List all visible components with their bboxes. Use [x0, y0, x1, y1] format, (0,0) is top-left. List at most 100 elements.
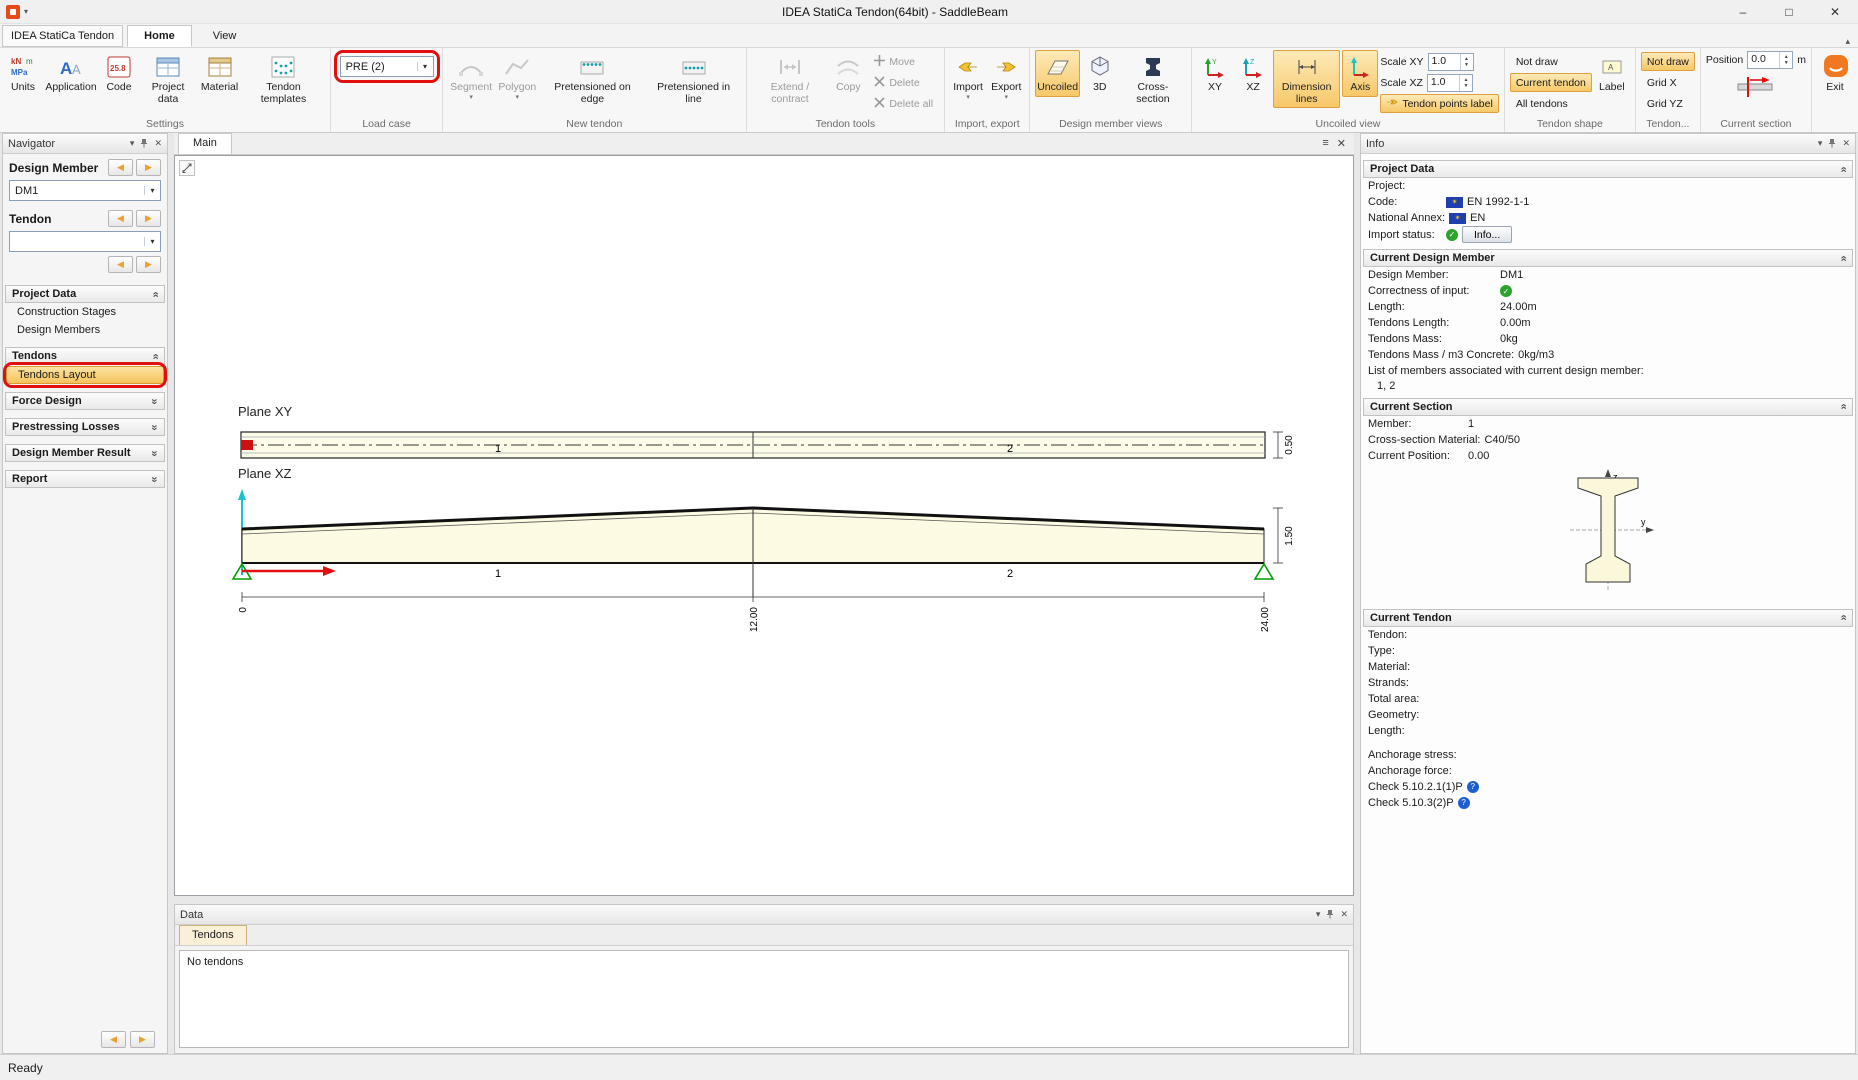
axis-toggle[interactable]: Axis: [1342, 50, 1378, 97]
tendon-next-button[interactable]: ▶: [136, 210, 161, 227]
units-button[interactable]: kNmMPa Units: [5, 50, 41, 97]
close-icon[interactable]: ✕: [1340, 909, 1348, 920]
position-spinner[interactable]: 0.0 ▲▼: [1747, 51, 1793, 69]
combo-caret-icon[interactable]: ▾: [144, 237, 160, 246]
cross-section-icon: [1139, 53, 1167, 81]
tree-header-force-design[interactable]: Force Design«: [5, 392, 165, 410]
navigator-bottom-prev-button[interactable]: ◀: [101, 1031, 126, 1048]
help-icon[interactable]: ?: [1467, 781, 1479, 793]
navigator-step-forward-button[interactable]: ▶: [136, 256, 161, 273]
pretensioned-on-edge-button[interactable]: Pretensioned on edge: [540, 50, 644, 108]
combo-caret-icon[interactable]: ▾: [417, 62, 433, 71]
extend-contract-button[interactable]: Extend / contract: [752, 50, 829, 108]
pin-icon[interactable]: [1325, 909, 1335, 921]
info-header-current-tendon[interactable]: Current Tendon«: [1363, 609, 1853, 627]
tree-header-tendons[interactable]: Tendons«: [5, 347, 165, 365]
window-list-icon[interactable]: ≡: [1322, 137, 1328, 150]
span-1-label-plan: 1: [495, 443, 501, 455]
tree-item-tendons-layout[interactable]: Tendons Layout: [6, 366, 164, 384]
pretensioned-in-line-button[interactable]: Pretensioned in line: [647, 50, 741, 108]
panel-menu-icon[interactable]: ▾: [1818, 138, 1823, 149]
uncoiled-view-button[interactable]: Uncoiled: [1035, 50, 1079, 97]
tendon-shape-all-tendons-toggle[interactable]: All tendons: [1510, 94, 1592, 113]
tab-main[interactable]: Main: [178, 133, 232, 154]
tree-header-prestressing-losses[interactable]: Prestressing Losses«: [5, 418, 165, 436]
spin-down-icon[interactable]: ▼: [1464, 62, 1469, 68]
panel-menu-icon[interactable]: ▾: [130, 138, 135, 149]
panel-menu-icon[interactable]: ▾: [1316, 909, 1321, 920]
tree-header-project-data[interactable]: Project Data«: [5, 285, 165, 303]
code-button[interactable]: 25.8 Code: [101, 50, 137, 97]
cross-section-view-button[interactable]: Cross-section: [1120, 50, 1186, 108]
navigator-bottom-next-button[interactable]: ▶: [130, 1031, 155, 1048]
spin-down-icon[interactable]: ▼: [1784, 60, 1789, 66]
segment-button[interactable]: Segment ▾: [448, 50, 494, 104]
maximize-button[interactable]: □: [1766, 0, 1812, 23]
polygon-button[interactable]: Polygon ▾: [496, 50, 538, 104]
export-button[interactable]: Export ▾: [988, 50, 1024, 104]
close-tab-icon[interactable]: ✕: [1337, 137, 1346, 150]
info-header-project-data[interactable]: Project Data«: [1363, 160, 1853, 178]
tendon-points-label-toggle[interactable]: Tendon points label: [1380, 94, 1499, 113]
ribbon-collapse-icon[interactable]: ▴: [1845, 36, 1850, 46]
import-info-button[interactable]: Info...: [1462, 226, 1512, 243]
scale-xy-spinner[interactable]: 1.0 ▲▼: [1428, 53, 1474, 71]
plane-xy-button[interactable]: Y XY: [1197, 50, 1233, 97]
grid-x-toggle[interactable]: Grid X: [1641, 73, 1695, 92]
scale-xz-spinner[interactable]: 1.0 ▲▼: [1427, 74, 1473, 92]
delete-button[interactable]: Delete: [868, 73, 939, 92]
design-member-next-button[interactable]: ▶: [136, 159, 161, 176]
move-button[interactable]: Move: [868, 52, 939, 71]
project-data-button[interactable]: Project data: [139, 50, 197, 108]
tab-view[interactable]: View: [196, 25, 254, 47]
spin-down-icon[interactable]: ▼: [1463, 83, 1468, 89]
help-icon[interactable]: ?: [1458, 797, 1470, 809]
tree-header-design-member-result[interactable]: Design Member Result«: [5, 444, 165, 462]
svg-text:A: A: [1608, 63, 1614, 72]
minimize-button[interactable]: –: [1720, 0, 1766, 23]
exit-button[interactable]: Exit: [1817, 50, 1853, 97]
application-button[interactable]: AA Application: [43, 50, 99, 97]
pretensioned-in-line-icon: [680, 53, 708, 81]
tendon-shape-not-draw-toggle[interactable]: Not draw: [1510, 52, 1592, 71]
tendon-templates-button[interactable]: Tendon templates: [242, 50, 325, 108]
info-header-current-section[interactable]: Current Section«: [1363, 398, 1853, 416]
3d-view-button[interactable]: 3D: [1082, 50, 1118, 97]
grid-yz-toggle[interactable]: Grid YZ: [1641, 94, 1695, 113]
pin-icon[interactable]: [1827, 138, 1837, 150]
dimension-lines-toggle[interactable]: Dimension lines: [1273, 50, 1340, 108]
main-canvas[interactable]: Plane XY 1 2 0.50 Plane XZ: [174, 155, 1354, 896]
combo-caret-icon[interactable]: ▾: [144, 186, 160, 195]
pin-icon[interactable]: [139, 138, 149, 150]
collapse-chevron-icon: «: [149, 353, 160, 359]
tree-item-design-members[interactable]: Design Members: [3, 321, 167, 339]
ribbon-group-new-tendon: Segment ▾ Polygon ▾ Pretensioned on edge…: [443, 48, 747, 132]
tendon-shape-current-tendon-toggle[interactable]: Current tendon: [1510, 73, 1592, 92]
tendons-table[interactable]: No tendons: [179, 950, 1349, 1048]
quick-access-caret-icon[interactable]: ▾: [24, 7, 28, 16]
design-member-prev-button[interactable]: ◀: [108, 159, 133, 176]
tendon-grid-not-draw-toggle[interactable]: Not draw: [1641, 52, 1695, 71]
tab-tendons[interactable]: Tendons: [179, 925, 247, 945]
close-icon[interactable]: ✕: [1842, 138, 1850, 149]
navigator-step-back-button[interactable]: ◀: [108, 256, 133, 273]
material-button[interactable]: Material: [199, 50, 240, 97]
delete-all-button[interactable]: Delete all: [868, 94, 939, 113]
design-member-select[interactable]: DM1 ▾: [9, 180, 161, 201]
close-button[interactable]: ✕: [1812, 0, 1858, 23]
tree-item-construction-stages[interactable]: Construction Stages: [3, 303, 167, 321]
tab-home[interactable]: Home: [127, 25, 192, 47]
x-axis-arrow: [242, 566, 336, 576]
ribbon-group-import-export: Import ▾ Export ▾ Import, export: [945, 48, 1030, 132]
info-header-current-member[interactable]: Current Design Member«: [1363, 249, 1853, 267]
tendon-select[interactable]: ▾: [9, 231, 161, 252]
label-toggle-button[interactable]: A Label: [1594, 50, 1630, 97]
app-menu-button[interactable]: IDEA StatiCa Tendon: [2, 25, 123, 47]
tree-header-report[interactable]: Report«: [5, 470, 165, 488]
copy-button[interactable]: Copy: [830, 50, 866, 97]
tendon-prev-button[interactable]: ◀: [108, 210, 133, 227]
plane-xz-button[interactable]: Z XZ: [1235, 50, 1271, 97]
load-case-select[interactable]: PRE (2) ▾: [340, 56, 434, 77]
close-icon[interactable]: ✕: [154, 138, 162, 149]
import-button[interactable]: Import ▾: [950, 50, 986, 104]
